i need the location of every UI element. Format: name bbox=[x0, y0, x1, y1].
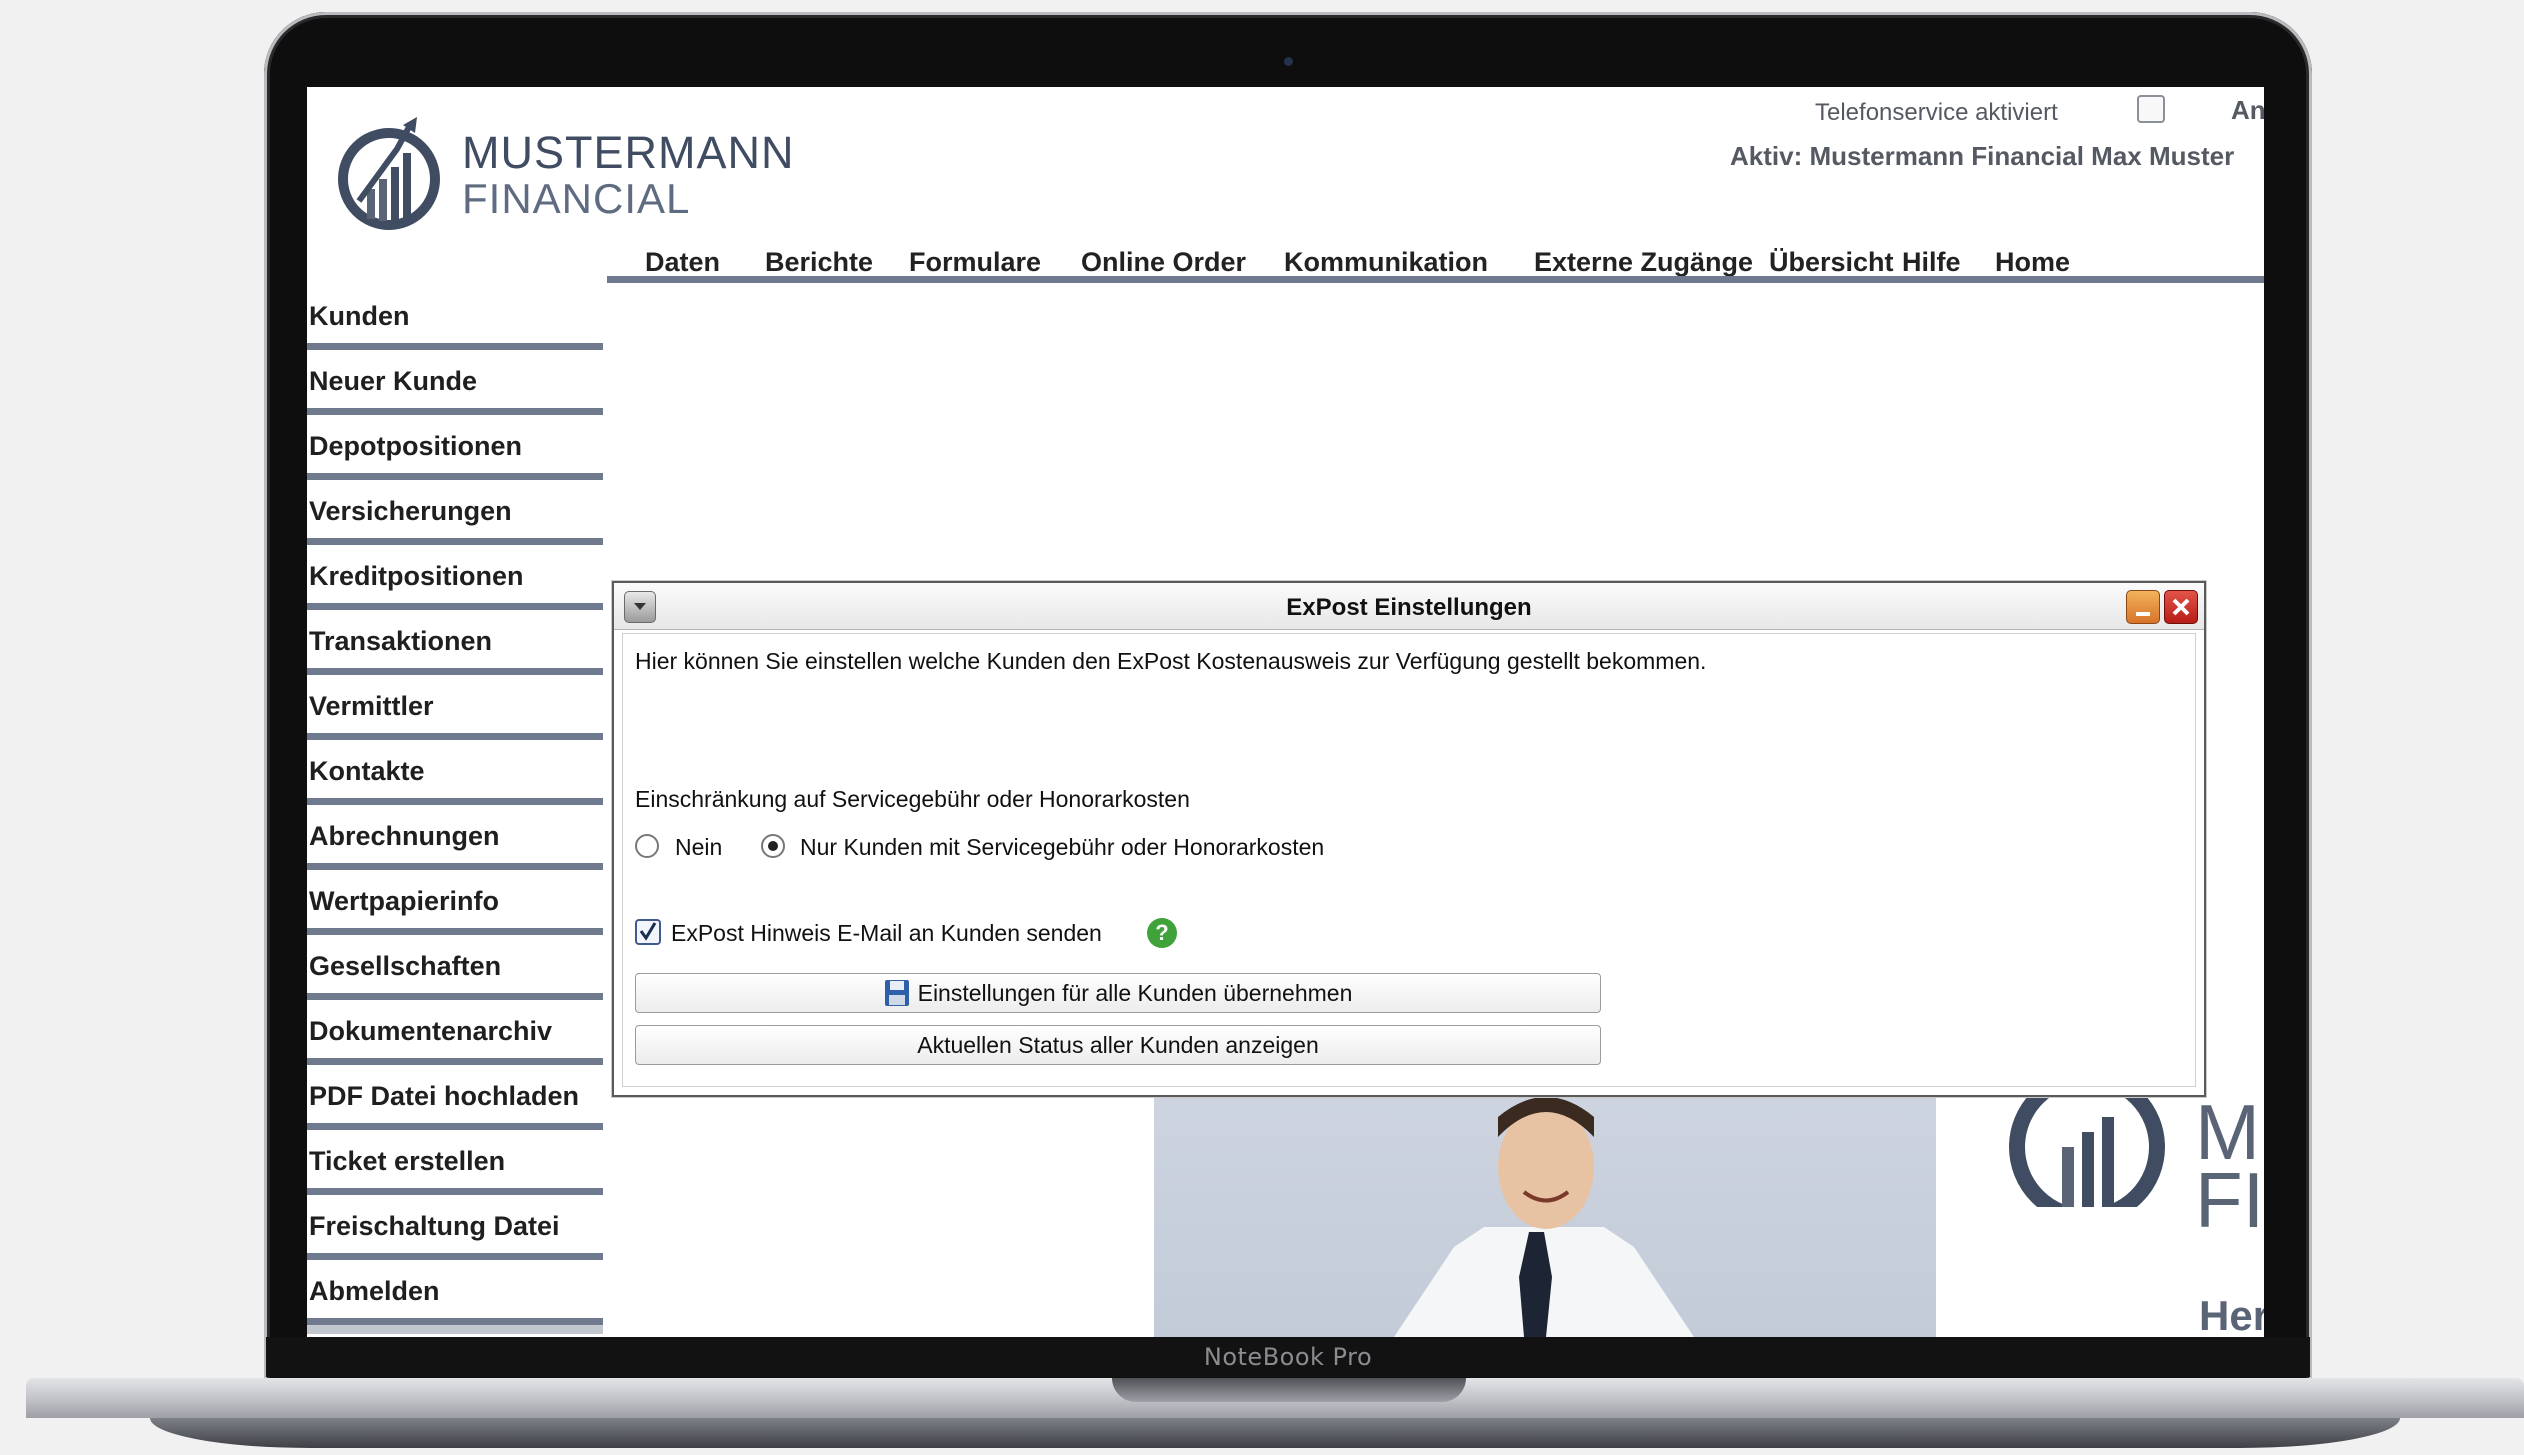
nav-online-order[interactable]: Online Order bbox=[1081, 247, 1246, 278]
nav-uebersicht[interactable]: Übersicht bbox=[1769, 247, 1894, 278]
radio-nein[interactable] bbox=[635, 834, 659, 858]
sidebar-item-label: Versicherungen bbox=[309, 496, 512, 526]
radio-nein-label: Nein bbox=[675, 834, 723, 860]
sidebar-item-label: Kontakte bbox=[309, 756, 425, 786]
sidebar-item-gesellschaften[interactable]: Gesellschaften bbox=[307, 935, 603, 1000]
sidebar-item-label: Wertpapierinfo bbox=[309, 886, 500, 916]
nav-berichte[interactable]: Berichte bbox=[765, 247, 873, 278]
show-status-button[interactable]: Aktuellen Status aller Kunden anzeigen bbox=[635, 1025, 1601, 1065]
background-greeting: Her bbox=[2199, 1292, 2264, 1337]
sidebar-item-neuer-kunde[interactable]: Neuer Kunde bbox=[307, 350, 603, 415]
company-logo-icon bbox=[337, 109, 447, 239]
logo-line-2: FINANCIAL bbox=[462, 175, 691, 222]
restriction-label: Einschränkung auf Servicegebühr oder Hon… bbox=[635, 786, 1190, 812]
sidebar-footer bbox=[307, 1325, 603, 1334]
sidebar-item-pdf-hochladen[interactable]: PDF Datei hochladen bbox=[307, 1065, 603, 1130]
dialog-body: Hier können Sie einstellen welche Kunden… bbox=[622, 633, 2196, 1087]
active-user-label: Aktiv: Mustermann Financial Max Muster bbox=[1730, 141, 2235, 171]
radio-nur-kunden-servicegebuehr[interactable] bbox=[761, 834, 785, 858]
dialog-menu-button[interactable] bbox=[624, 591, 656, 623]
camera-icon bbox=[1284, 57, 1293, 66]
laptop-base-bottom bbox=[150, 1418, 2400, 1448]
screen: MUSTERMANN FINANCIAL Telefonservice akti… bbox=[307, 87, 2264, 1337]
sidebar-item-label: PDF Datei hochladen bbox=[309, 1081, 580, 1111]
header-extra-label: An bbox=[2231, 95, 2264, 125]
sidebar-item-kreditpositionen[interactable]: Kreditpositionen bbox=[307, 545, 603, 610]
sidebar-item-kontakte[interactable]: Kontakte bbox=[307, 740, 603, 805]
nav-formulare[interactable]: Formulare bbox=[909, 247, 1041, 278]
sidebar-item-label: Abmelden bbox=[309, 1276, 440, 1306]
device-brand: NoteBook Pro bbox=[1203, 1343, 1373, 1371]
sidebar-item-label: Kunden bbox=[309, 301, 410, 331]
nav-divider bbox=[607, 276, 2264, 283]
sidebar-item-freischaltung-datei[interactable]: Freischaltung Datei bbox=[307, 1195, 603, 1260]
laptop-notch bbox=[1112, 1378, 1466, 1402]
sidebar-item-label: Depotpositionen bbox=[309, 431, 522, 461]
sidebar-item-wertpapierinfo[interactable]: Wertpapierinfo bbox=[307, 870, 603, 935]
nav-hilfe[interactable]: Hilfe bbox=[1902, 247, 1961, 278]
radio-nur-kunden-label: Nur Kunden mit Servicegebühr oder Honora… bbox=[800, 834, 1325, 860]
sidebar-item-label: Neuer Kunde bbox=[309, 366, 478, 396]
chevron-down-icon bbox=[634, 603, 646, 610]
sidebar-item-ticket-erstellen[interactable]: Ticket erstellen bbox=[307, 1130, 603, 1195]
sidebar-item-label: Dokumentenarchiv bbox=[309, 1016, 553, 1046]
dialog-titlebar[interactable]: ExPost Einstellungen bbox=[614, 583, 2204, 630]
sidebar-item-transaktionen[interactable]: Transaktionen bbox=[307, 610, 603, 675]
expost-settings-dialog: ExPost Einstellungen Hier können Sie ein… bbox=[612, 581, 2206, 1097]
checkmark-icon bbox=[639, 922, 657, 941]
floppy-disk-icon bbox=[884, 979, 910, 1007]
sidebar-item-abmelden[interactable]: Abmelden bbox=[307, 1260, 603, 1325]
email-checkbox[interactable] bbox=[635, 919, 661, 945]
sidebar-item-abrechnungen[interactable]: Abrechnungen bbox=[307, 805, 603, 870]
nav-home[interactable]: Home bbox=[1995, 247, 2070, 278]
nav-daten[interactable]: Daten bbox=[645, 247, 720, 278]
sidebar-item-dokumentenarchiv[interactable]: Dokumentenarchiv bbox=[307, 1000, 603, 1065]
help-icon[interactable]: ? bbox=[1147, 918, 1177, 948]
logo-line-1: MUSTERMANN bbox=[462, 127, 795, 178]
apply-settings-button[interactable]: Einstellungen für alle Kunden übernehmen bbox=[635, 973, 1601, 1013]
apply-settings-label: Einstellungen für alle Kunden übernehmen bbox=[917, 980, 1353, 1006]
sidebar: Kunden Neuer Kunde Depotpositionen Versi… bbox=[307, 285, 603, 1334]
sidebar-item-kunden[interactable]: Kunden bbox=[307, 285, 603, 350]
minimize-button[interactable] bbox=[2126, 590, 2160, 624]
telefonservice-checkbox[interactable] bbox=[2137, 95, 2165, 123]
hero-image bbox=[1154, 1097, 1936, 1337]
close-icon bbox=[2172, 598, 2190, 616]
email-checkbox-label: ExPost Hinweis E-Mail an Kunden senden bbox=[671, 920, 1102, 946]
background-logo-text-2: FI bbox=[2195, 1156, 2264, 1244]
sidebar-item-label: Abrechnungen bbox=[309, 821, 500, 851]
sidebar-item-label: Freischaltung Datei bbox=[309, 1211, 560, 1241]
nav-externe-zugaenge[interactable]: Externe Zugänge bbox=[1534, 247, 1753, 278]
background-logo-icon bbox=[2007, 1069, 2177, 1225]
sidebar-item-label: Gesellschaften bbox=[309, 951, 502, 981]
dialog-description: Hier können Sie einstellen welche Kunden… bbox=[635, 648, 1707, 674]
close-button[interactable] bbox=[2164, 590, 2198, 624]
minimize-icon bbox=[2136, 612, 2150, 616]
sidebar-item-depotpositionen[interactable]: Depotpositionen bbox=[307, 415, 603, 480]
dialog-title: ExPost Einstellungen bbox=[1286, 594, 1532, 621]
telefonservice-label: Telefonservice aktiviert bbox=[1815, 99, 2058, 126]
nav-kommunikation[interactable]: Kommunikation bbox=[1284, 247, 1488, 278]
sidebar-item-label: Ticket erstellen bbox=[309, 1146, 506, 1176]
sidebar-item-vermittler[interactable]: Vermittler bbox=[307, 675, 603, 740]
sidebar-item-label: Vermittler bbox=[309, 691, 434, 721]
sidebar-item-label: Transaktionen bbox=[309, 626, 493, 656]
sidebar-item-label: Kreditpositionen bbox=[309, 561, 524, 591]
sidebar-item-versicherungen[interactable]: Versicherungen bbox=[307, 480, 603, 545]
